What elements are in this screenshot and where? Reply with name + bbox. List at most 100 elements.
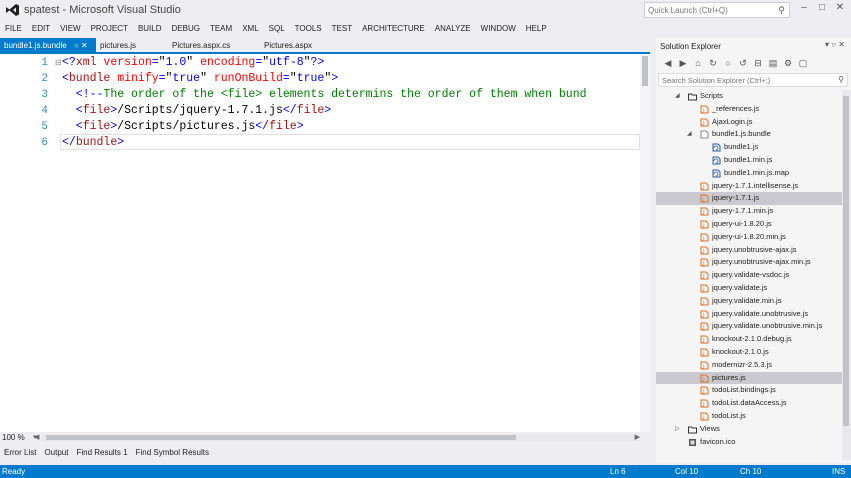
close-icon[interactable]: ✕ [81,41,88,50]
solution-search-box[interactable]: ⚲ [658,73,848,87]
tree-item[interactable]: Jknockout-2.1.0.debug.js [656,333,842,346]
maximize-icon[interactable]: □ [814,2,830,16]
scrollbar-thumb[interactable] [843,96,849,426]
scrollbar-thumb[interactable] [46,435,516,440]
tool-tab-find-results-1[interactable]: Find Results 1 [72,448,131,462]
tab-pictures-aspx[interactable]: Pictures.aspx [260,38,340,52]
menu-team[interactable]: TEAM [205,24,237,33]
tree-item[interactable]: Jjquery.validate.min.js [656,295,842,308]
sync-icon[interactable]: ↻ [707,57,719,69]
code-line[interactable]: <file>/Scripts/pictures.js</file> [62,119,304,135]
search-icon[interactable]: ⚲ [838,75,844,84]
tool-tab-find-symbol-results[interactable]: Find Symbol Results [132,448,213,462]
tree-item[interactable]: Jjquery-1.7.1.intellisense.js [656,180,842,193]
tool-tab-output[interactable]: Output [40,448,72,462]
tree-item[interactable]: bundle1.min.js.map [656,167,842,180]
properties-icon[interactable]: ⚙ [782,57,794,69]
tree-item[interactable]: Jjquery.validate.js [656,282,842,295]
code-editor[interactable]: 123456 ⊟ <?xml version="1.0" encoding="u… [0,54,650,432]
menu-sql[interactable]: SQL [264,24,290,33]
menu-debug[interactable]: DEBUG [167,24,205,33]
tree-item[interactable]: Jknockout-2.1.0.js [656,346,842,359]
menu-project[interactable]: PROJECT [86,24,133,33]
tree-item[interactable]: Jjquery.validate.unobtrusive.min.js [656,320,842,333]
tree-item-label: todoList.js [712,411,746,420]
code-line[interactable]: <bundle minify="true" runOnBuild="true"> [62,71,338,87]
expand-arrow-icon[interactable]: ▷ [675,423,680,436]
tree-item[interactable]: ◢ Scripts [656,90,842,103]
tree-item[interactable]: Jjquery-ui-1.8.20.min.js [656,231,842,244]
home-icon[interactable]: ⌂ [692,57,704,69]
pin-icon[interactable]: ○ [831,40,836,49]
close-icon[interactable]: ✕ [838,40,845,49]
menu-help[interactable]: HELP [521,24,552,33]
tree-item[interactable]: favicon.ico [656,436,842,449]
menu-build[interactable]: BUILD [133,24,167,33]
refresh-icon[interactable]: ↺ [737,57,749,69]
tree-item[interactable]: Jjquery-1.7.1.min.js [656,205,842,218]
tree-item[interactable]: Jjquery.unobtrusive-ajax.min.js [656,256,842,269]
code-token: " [289,72,297,85]
close-window-icon[interactable]: ✕ [832,2,848,16]
title-bar: spatest - Microsoft Visual Studio ⚲ – □ … [0,0,851,20]
code-area[interactable]: <?xml version="1.0" encoding="utf-8"?> <b… [62,54,640,432]
back-icon[interactable]: ◀ [662,57,674,69]
scrollbar-thumb[interactable] [642,56,648,86]
menu-analyze[interactable]: ANALYZE [430,24,476,33]
tab-bundle1-js-bundle[interactable]: bundle1.js.bundle ○ ✕ [0,38,96,52]
quick-launch-input[interactable] [645,3,765,17]
minimize-icon[interactable]: – [796,2,812,16]
tree-item[interactable]: bundle1.js [656,141,842,154]
code-line[interactable]: <?xml version="1.0" encoding="utf-8"?> [62,55,324,71]
forward-icon[interactable]: ▶ [677,57,689,69]
tree-item[interactable]: Jjquery.validate.unobtrusive.js [656,308,842,321]
tree-item[interactable]: J _references.js [656,103,842,116]
menu-file[interactable]: FILE [0,24,27,33]
search-icon[interactable]: ⚲ [778,5,785,16]
js-file-icon: J [700,284,709,293]
pin-icon[interactable]: ○ [74,41,79,50]
collapse-all-icon[interactable]: ⊟ [752,57,764,69]
quick-launch-box[interactable]: ⚲ [644,2,790,18]
tree-item[interactable]: Jjquery-ui-1.8.20.js [656,218,842,231]
tab-pictures-js[interactable]: pictures.js [96,38,168,52]
tree-item[interactable]: J AjaxLogin.js [656,116,842,129]
tree-item[interactable]: JtodoList.bindings.js [656,384,842,397]
preview-icon[interactable]: ▢ [797,57,809,69]
pending-changes-icon[interactable]: ○ [722,57,734,69]
menu-architecture[interactable]: ARCHITECTURE [357,24,430,33]
code-line[interactable]: </bundle> [62,135,124,151]
tree-item[interactable]: ▷ Views [656,423,842,436]
collapse-arrow-icon[interactable]: ◢ [687,128,692,141]
tree-item[interactable]: ◢ bundle1.js.bundle [656,128,842,141]
tool-tab-error-list[interactable]: Error List [0,448,40,462]
editor-vertical-scrollbar[interactable] [640,54,650,432]
menu-window[interactable]: WINDOW [476,24,521,33]
tree-item[interactable]: Jjquery-1.7.1.js [656,192,842,206]
solution-explorer-scrollbar[interactable] [842,90,851,460]
tab-pictures-aspx-cs[interactable]: Pictures.aspx.cs [168,38,260,52]
collapse-arrow-icon[interactable]: ◢ [675,90,680,103]
collapse-icon[interactable]: ⊟ [55,58,62,67]
menu-tools[interactable]: TOOLS [290,24,327,33]
tree-item[interactable]: Jmodernizr-2.5.3.js [656,359,842,372]
menu-xml[interactable]: XML [237,24,263,33]
tree-item[interactable]: Jjquery.validate-vsdoc.js [656,269,842,282]
scroll-right-icon[interactable]: ▶ [635,433,640,441]
solution-search-input[interactable] [659,74,829,86]
code-line[interactable]: <file>/Scripts/jquery-1.7.1.js</file> [62,103,331,119]
editor-horizontal-scrollbar[interactable]: ◀ ▶ [34,433,640,441]
menu-test[interactable]: TEST [327,24,357,33]
scroll-left-icon[interactable]: ◀ [34,433,39,441]
code-line[interactable]: <!--The order of the <file> elements det… [62,87,587,103]
dropdown-icon[interactable]: ▾ [825,40,829,49]
menu-edit[interactable]: EDIT [27,24,55,33]
tree-item[interactable]: Jjquery.unobtrusive-ajax.js [656,244,842,257]
menu-view[interactable]: VIEW [55,24,85,33]
zoom-level[interactable]: 100 % [2,433,25,442]
show-all-files-icon[interactable]: ▤ [767,57,779,69]
tree-item[interactable]: JtodoList.dataAccess.js [656,397,842,410]
tree-item[interactable]: JtodoList.js [656,410,842,423]
tree-item[interactable]: bundle1.min.js [656,154,842,167]
tree-item[interactable]: Jpictures.js [656,371,842,385]
